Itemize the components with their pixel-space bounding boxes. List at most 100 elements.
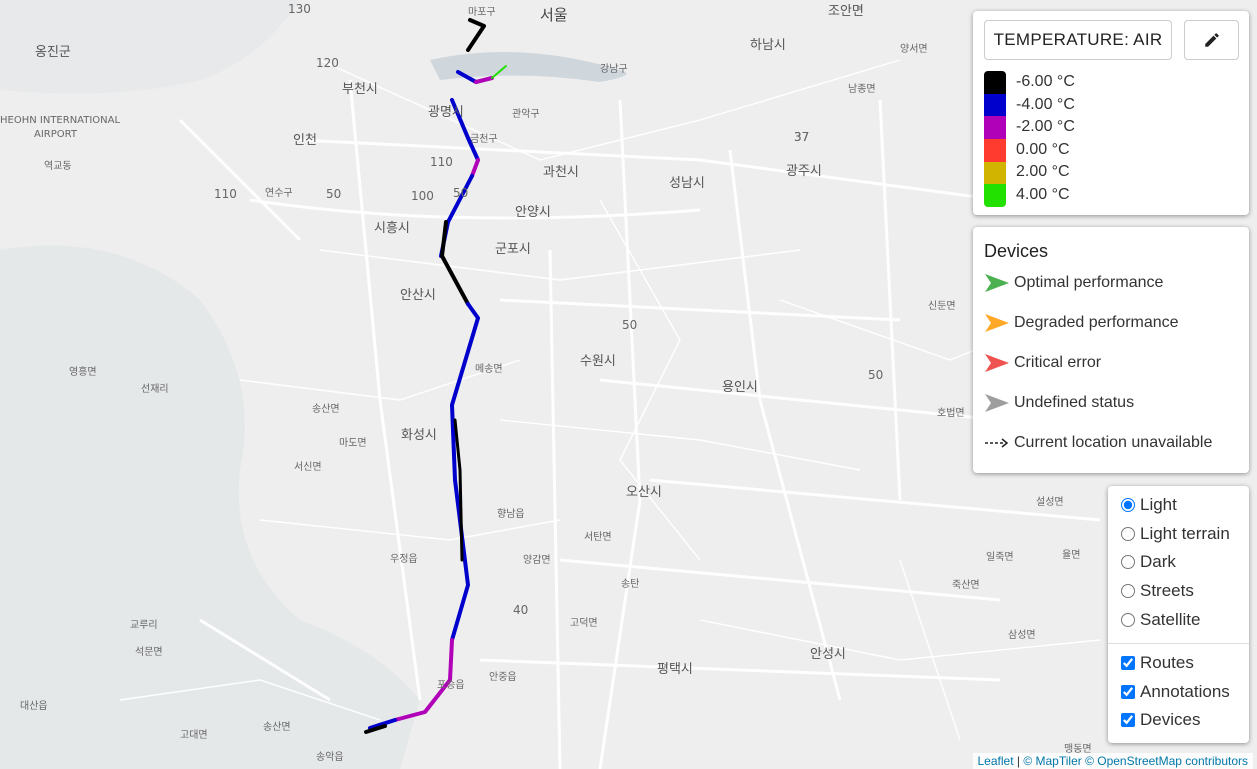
scale-label: 2.00 °C	[1016, 163, 1070, 180]
base-layer-radio[interactable]	[1121, 498, 1135, 512]
attribution: Leaflet | © MapTiler © OpenStreetMap con…	[972, 753, 1253, 769]
layer-control: Light Light terrain Dark Streets Satellite Ro…	[1108, 486, 1249, 743]
overlay-layer-option[interactable]: Devices	[1121, 710, 1200, 730]
edit-metric-button[interactable]	[1184, 20, 1239, 60]
base-layer-option[interactable]: Dark	[1121, 552, 1176, 572]
device-legend-label: Optimal performance	[1014, 274, 1164, 291]
map-place-label: 강남구	[600, 64, 628, 75]
map-place-label: 과천시	[543, 165, 579, 180]
overlay-checkbox[interactable]	[1121, 684, 1135, 699]
map-place-label: 역교동	[44, 161, 72, 172]
metric-legend: TEMPERATURE: AIR -6.00 °C -4.00 °C -2.00 °…	[973, 11, 1249, 215]
map-place-label: 송산면	[312, 404, 340, 415]
map-place-label: 옹진군	[35, 45, 71, 60]
map-place-label: 시흥시	[374, 221, 410, 236]
base-layer-radio[interactable]	[1121, 526, 1135, 541]
map-place-label: 호법면	[937, 408, 965, 419]
road-number-label: 40	[513, 603, 529, 617]
map-place-label: 송산면	[263, 722, 291, 733]
map-place-label: 삼성면	[1008, 630, 1036, 641]
map-place-label: 고덕면	[570, 618, 598, 629]
map-place-label: 연수구	[265, 188, 293, 199]
pencil-icon	[1204, 33, 1219, 47]
overlay-label: Devices	[1140, 710, 1201, 730]
map-place-label: 송탄	[621, 579, 640, 590]
map-place-label: 인천	[293, 133, 317, 148]
overlay-checkbox[interactable]	[1121, 656, 1135, 670]
device-legend-label: Current location unavailable	[1014, 434, 1213, 451]
base-layer-label: Light	[1140, 495, 1177, 514]
base-layer-option[interactable]: Light	[1121, 495, 1177, 515]
overlay-label: Routes	[1140, 653, 1194, 672]
map-place-label: 화성시	[401, 428, 437, 443]
map-place-label: 용인시	[722, 380, 758, 395]
scale-label: 0.00 °C	[1016, 140, 1070, 158]
device-legend-item: Current location unavailable	[984, 433, 1212, 453]
map-place-label: HEOHN INTERNATIONAL	[0, 115, 121, 126]
map-place-label: 서신면	[294, 462, 322, 473]
leaflet-link[interactable]: Leaflet	[978, 754, 1014, 768]
map-place-label: 선재리	[141, 384, 169, 395]
base-layer-radio[interactable]	[1121, 584, 1135, 599]
scale-swatch	[984, 71, 1006, 94]
map-place-label: 포승읍	[437, 680, 465, 691]
base-layer-option[interactable]: Light terrain	[1121, 524, 1230, 544]
map-place-label: 양서면	[900, 44, 928, 55]
map-place-label: 죽산면	[952, 580, 980, 591]
device-arrow-icon	[985, 274, 1009, 292]
overlay-layer-option[interactable]: Routes	[1121, 653, 1194, 673]
road-number-label: 50	[868, 368, 884, 382]
map-place-label: 금천구	[470, 134, 498, 145]
road-number-label: 130	[288, 2, 311, 16]
layer-separator	[1108, 643, 1249, 644]
map-place-label: 부천시	[342, 82, 378, 97]
device-legend-label: Critical error	[1014, 354, 1102, 371]
map-place-label: 신둔면	[928, 301, 956, 312]
base-layer-label: Streets	[1140, 581, 1194, 601]
metric-selector-button[interactable]: TEMPERATURE: AIR	[984, 20, 1172, 60]
map-place-label: 율면	[1062, 550, 1081, 561]
dashed-arrow-icon	[985, 438, 1009, 448]
map-place-label: 성남시	[669, 176, 705, 191]
map-place-label: 광주시	[786, 164, 822, 179]
road-number-label: 50	[622, 318, 638, 332]
map-place-label: 오산시	[626, 485, 662, 500]
road-number-label: 50	[326, 187, 342, 201]
device-legend-item: Degraded performance	[984, 313, 1179, 333]
maptiler-link[interactable]: © MapTiler	[1023, 754, 1081, 768]
base-layer-radio[interactable]	[1121, 555, 1135, 570]
base-layer-option[interactable]: Streets	[1121, 581, 1194, 601]
base-layer-option[interactable]: Satellite	[1121, 610, 1200, 630]
overlay-checkbox[interactable]	[1121, 713, 1135, 728]
map-place-label: 영흥면	[69, 367, 97, 378]
map-place-label: 메송면	[475, 364, 503, 375]
scale-swatch	[984, 184, 1006, 207]
road-number-label: 110	[214, 187, 237, 201]
map-place-label: 송악읍	[316, 752, 344, 763]
device-arrow-icon	[985, 314, 1009, 332]
scale-label: -2.00 °C	[1016, 118, 1075, 135]
overlay-layer-option[interactable]: Annotations	[1121, 682, 1230, 702]
scale-swatch	[984, 93, 1006, 117]
osm-link[interactable]: © OpenStreetMap contributors	[1085, 754, 1248, 768]
scale-label: -6.00 °C	[1016, 73, 1075, 90]
base-layer-label: Satellite	[1140, 609, 1201, 629]
map-place-label: 안양시	[515, 205, 551, 220]
device-legend-label: Undefined status	[1014, 394, 1135, 411]
map-place-label: 군포시	[495, 242, 531, 257]
base-layer-radio[interactable]	[1121, 612, 1135, 627]
route[interactable]	[364, 18, 507, 734]
map-place-label: 마도면	[339, 438, 367, 449]
scale-swatch	[984, 116, 1006, 139]
map-place-label: AIRPORT	[34, 129, 77, 140]
map-place-label: 마포구	[468, 7, 496, 18]
map-place-label: 우정읍	[390, 554, 418, 565]
map-place-label: 수원시	[580, 354, 616, 369]
device-arrow-icon	[985, 394, 1009, 412]
device-legend-label: Degraded performance	[1014, 314, 1179, 331]
map-place-label: 설성면	[1036, 497, 1064, 508]
map-place-label: 대산읍	[20, 701, 48, 712]
devices-title: Devices	[984, 241, 1049, 261]
map-place-label: 안성시	[810, 647, 846, 662]
map-place-label: 안중읍	[489, 672, 517, 683]
